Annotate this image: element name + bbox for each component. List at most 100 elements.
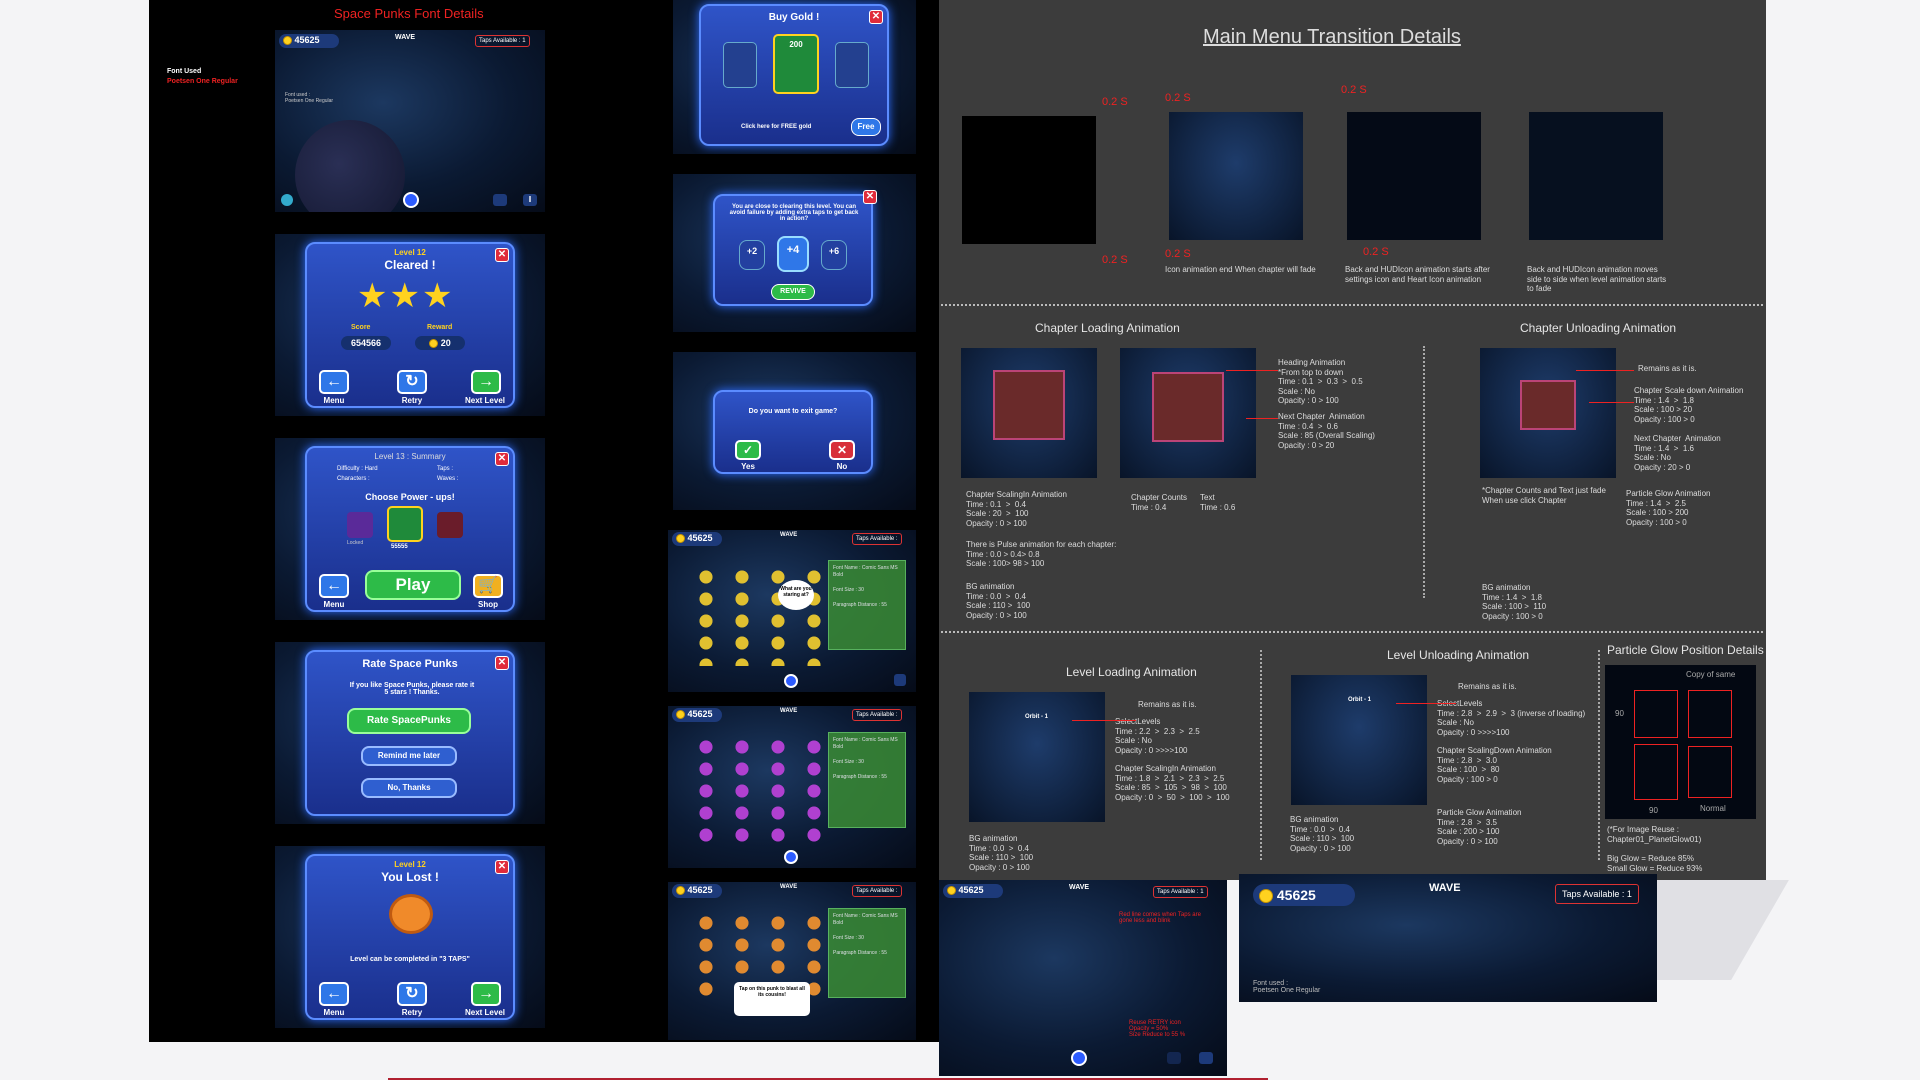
free-button[interactable]: Free	[851, 118, 881, 136]
level-grid-screen-1: 45625 WAVE Taps Available : What are you…	[668, 530, 916, 692]
shop-button[interactable]: 🛒	[473, 574, 503, 598]
next-level-button[interactable]: →	[471, 370, 501, 394]
caption-2: Back and HUDIcon animation starts after …	[1345, 265, 1490, 284]
taps-note: Red line comes when Taps are gone less a…	[1119, 912, 1201, 924]
glow-box	[1688, 746, 1732, 798]
difficulty-text: Difficulty : Hard	[337, 466, 378, 472]
disabled-powerup[interactable]	[437, 512, 463, 538]
star-icons: ★★★	[357, 277, 455, 315]
retry-icon[interactable]	[1167, 1052, 1181, 1064]
level-unloading-frame	[1291, 675, 1427, 805]
orbit-heading: Orbit - 1	[1348, 697, 1372, 703]
pg-reuse-note: (*For Image Reuse : Chapter01_PlanetGlow…	[1607, 825, 1702, 844]
lu-bg-note: BG animation Time : 0.0 > 0.4 Scale : 11…	[1290, 815, 1355, 853]
angle-90-label: 90	[1649, 806, 1658, 815]
exit-text: Do you want to exit game?	[748, 408, 838, 415]
pause-icon[interactable]	[894, 674, 906, 686]
menu-label: Menu	[323, 396, 345, 405]
annotation-line	[1589, 402, 1634, 403]
player-icon[interactable]	[784, 850, 798, 864]
summary-dialog: Level 13 : Summary ✕ Difficulty : Hard T…	[305, 446, 515, 612]
design-sheet: Space Punks Font Details Font Used Poets…	[0, 0, 1920, 1080]
divider	[1423, 346, 1425, 598]
lu-scaling-note: Chapter ScalingDown Animation Time : 2.8…	[1437, 746, 1552, 784]
next-level-button[interactable]: →	[471, 982, 501, 1006]
play-button[interactable]: Play	[365, 570, 461, 600]
caption-1: Icon animation end When chapter will fad…	[1165, 265, 1316, 274]
characters-text: Characters :	[337, 476, 370, 482]
font-spec-sheet: Font Name : Comic Sans MS Bold Font Size …	[828, 732, 906, 828]
close-icon[interactable]: ✕	[863, 190, 877, 204]
font-used-note: Font used : Poetsen One Regular	[285, 92, 334, 104]
gold-counter[interactable]: 45625	[672, 708, 722, 722]
gold-pack-1[interactable]	[723, 42, 757, 88]
lost-text: Level can be completed in "3 TAPS"	[350, 956, 470, 963]
yes-button[interactable]: ✓	[735, 440, 761, 460]
lost-dialog: Level 12 You Lost ! ✕ Level can be compl…	[305, 854, 515, 1020]
taps-text: Taps :	[437, 466, 454, 472]
buy-gold-dialog: Buy Gold ! ✕ 200 Click here for FREE gol…	[699, 4, 889, 146]
rate-button[interactable]: Rate SpacePunks	[347, 708, 471, 734]
pause-icon[interactable]	[1199, 1052, 1213, 1064]
locked-powerup[interactable]	[347, 512, 373, 538]
gold-counter[interactable]: 45625	[672, 884, 722, 898]
level-unloading-title: Level Unloading Animation	[1387, 648, 1530, 662]
retry-button[interactable]: ↻	[397, 982, 427, 1006]
orbit-heading: Orbit - 1	[1025, 714, 1049, 720]
gold-pack-3[interactable]	[835, 42, 869, 88]
taps-available: Taps Available : 1	[1555, 884, 1639, 904]
shop-label: Shop	[478, 600, 498, 609]
chapter-card	[1520, 380, 1576, 430]
revive-button[interactable]: REVIVE	[771, 284, 815, 300]
pause-icon[interactable]: ǁ	[523, 194, 537, 206]
no-label: No	[836, 462, 848, 471]
transition-frame-3	[1347, 112, 1481, 240]
cl-next-note: Next Chapter Animation Time : 0.4 > 0.6 …	[1278, 412, 1375, 450]
normal-label: Normal	[1700, 804, 1726, 813]
close-icon[interactable]: ✕	[495, 656, 509, 670]
no-button[interactable]: ✕	[829, 440, 855, 460]
retry-button[interactable]: ↻	[397, 370, 427, 394]
chapter-card	[1152, 372, 1224, 442]
reward-label: Reward	[427, 324, 453, 331]
menu-button[interactable]: ←	[319, 370, 349, 394]
gold-counter[interactable]: 45625	[279, 34, 339, 48]
ll-select-note: SelectLevels Time : 2.2 > 2.3 > 2.5 Scal…	[1115, 717, 1200, 755]
close-icon[interactable]: ✕	[495, 248, 509, 262]
menu-button[interactable]: ←	[319, 574, 349, 598]
monster-icon	[389, 894, 433, 934]
player-icon[interactable]	[784, 674, 798, 688]
selected-powerup[interactable]	[387, 506, 423, 542]
cleared-title: Cleared !	[384, 258, 436, 272]
taps-available: Taps Available : 1	[1153, 886, 1208, 898]
punk-grid	[688, 736, 838, 846]
close-icon[interactable]: ✕	[495, 452, 509, 466]
cleared-dialog: Level 12 Cleared ! ✕ ★★★ Score Reward 65…	[305, 242, 515, 408]
close-icon[interactable]: ✕	[495, 860, 509, 874]
locked-label: Locked	[347, 540, 364, 546]
menu-button[interactable]: ←	[319, 982, 349, 1006]
retry-icon[interactable]	[493, 194, 507, 206]
font-used-value: Poetsen One Regular	[167, 78, 238, 85]
divider	[941, 631, 1763, 633]
gold-counter[interactable]: 45625	[943, 884, 1003, 898]
no-thanks-button[interactable]: No, Thanks	[361, 778, 457, 798]
plus-2-button[interactable]: +2	[739, 240, 765, 270]
wave-label: WAVE	[1429, 882, 1461, 894]
close-icon[interactable]: ✕	[869, 10, 883, 24]
cu-fade-note: *Chapter Counts and Text just fade When …	[1482, 486, 1606, 505]
plus-4-button[interactable]: +4	[777, 236, 809, 272]
remind-later-button[interactable]: Remind me later	[361, 746, 457, 766]
cl-scaling-note: Chapter ScalingIn Animation Time : 0.1 >…	[966, 490, 1067, 528]
chat-icon[interactable]	[281, 194, 293, 206]
player-icon[interactable]	[1071, 1050, 1087, 1066]
cu-glow-note: Particle Glow Animation Time : 1.4 > 2.5…	[1626, 489, 1711, 527]
lu-remains-note: Remains as it is.	[1458, 682, 1517, 691]
glow-box	[1634, 744, 1678, 800]
plus-6-button[interactable]: +6	[821, 240, 847, 270]
gold-counter[interactable]: 45625	[672, 532, 722, 546]
glow-box	[1688, 690, 1732, 738]
gold-counter[interactable]: 45625	[1253, 884, 1355, 906]
player-icon[interactable]	[403, 192, 419, 208]
gold-value: 45625	[294, 35, 320, 45]
